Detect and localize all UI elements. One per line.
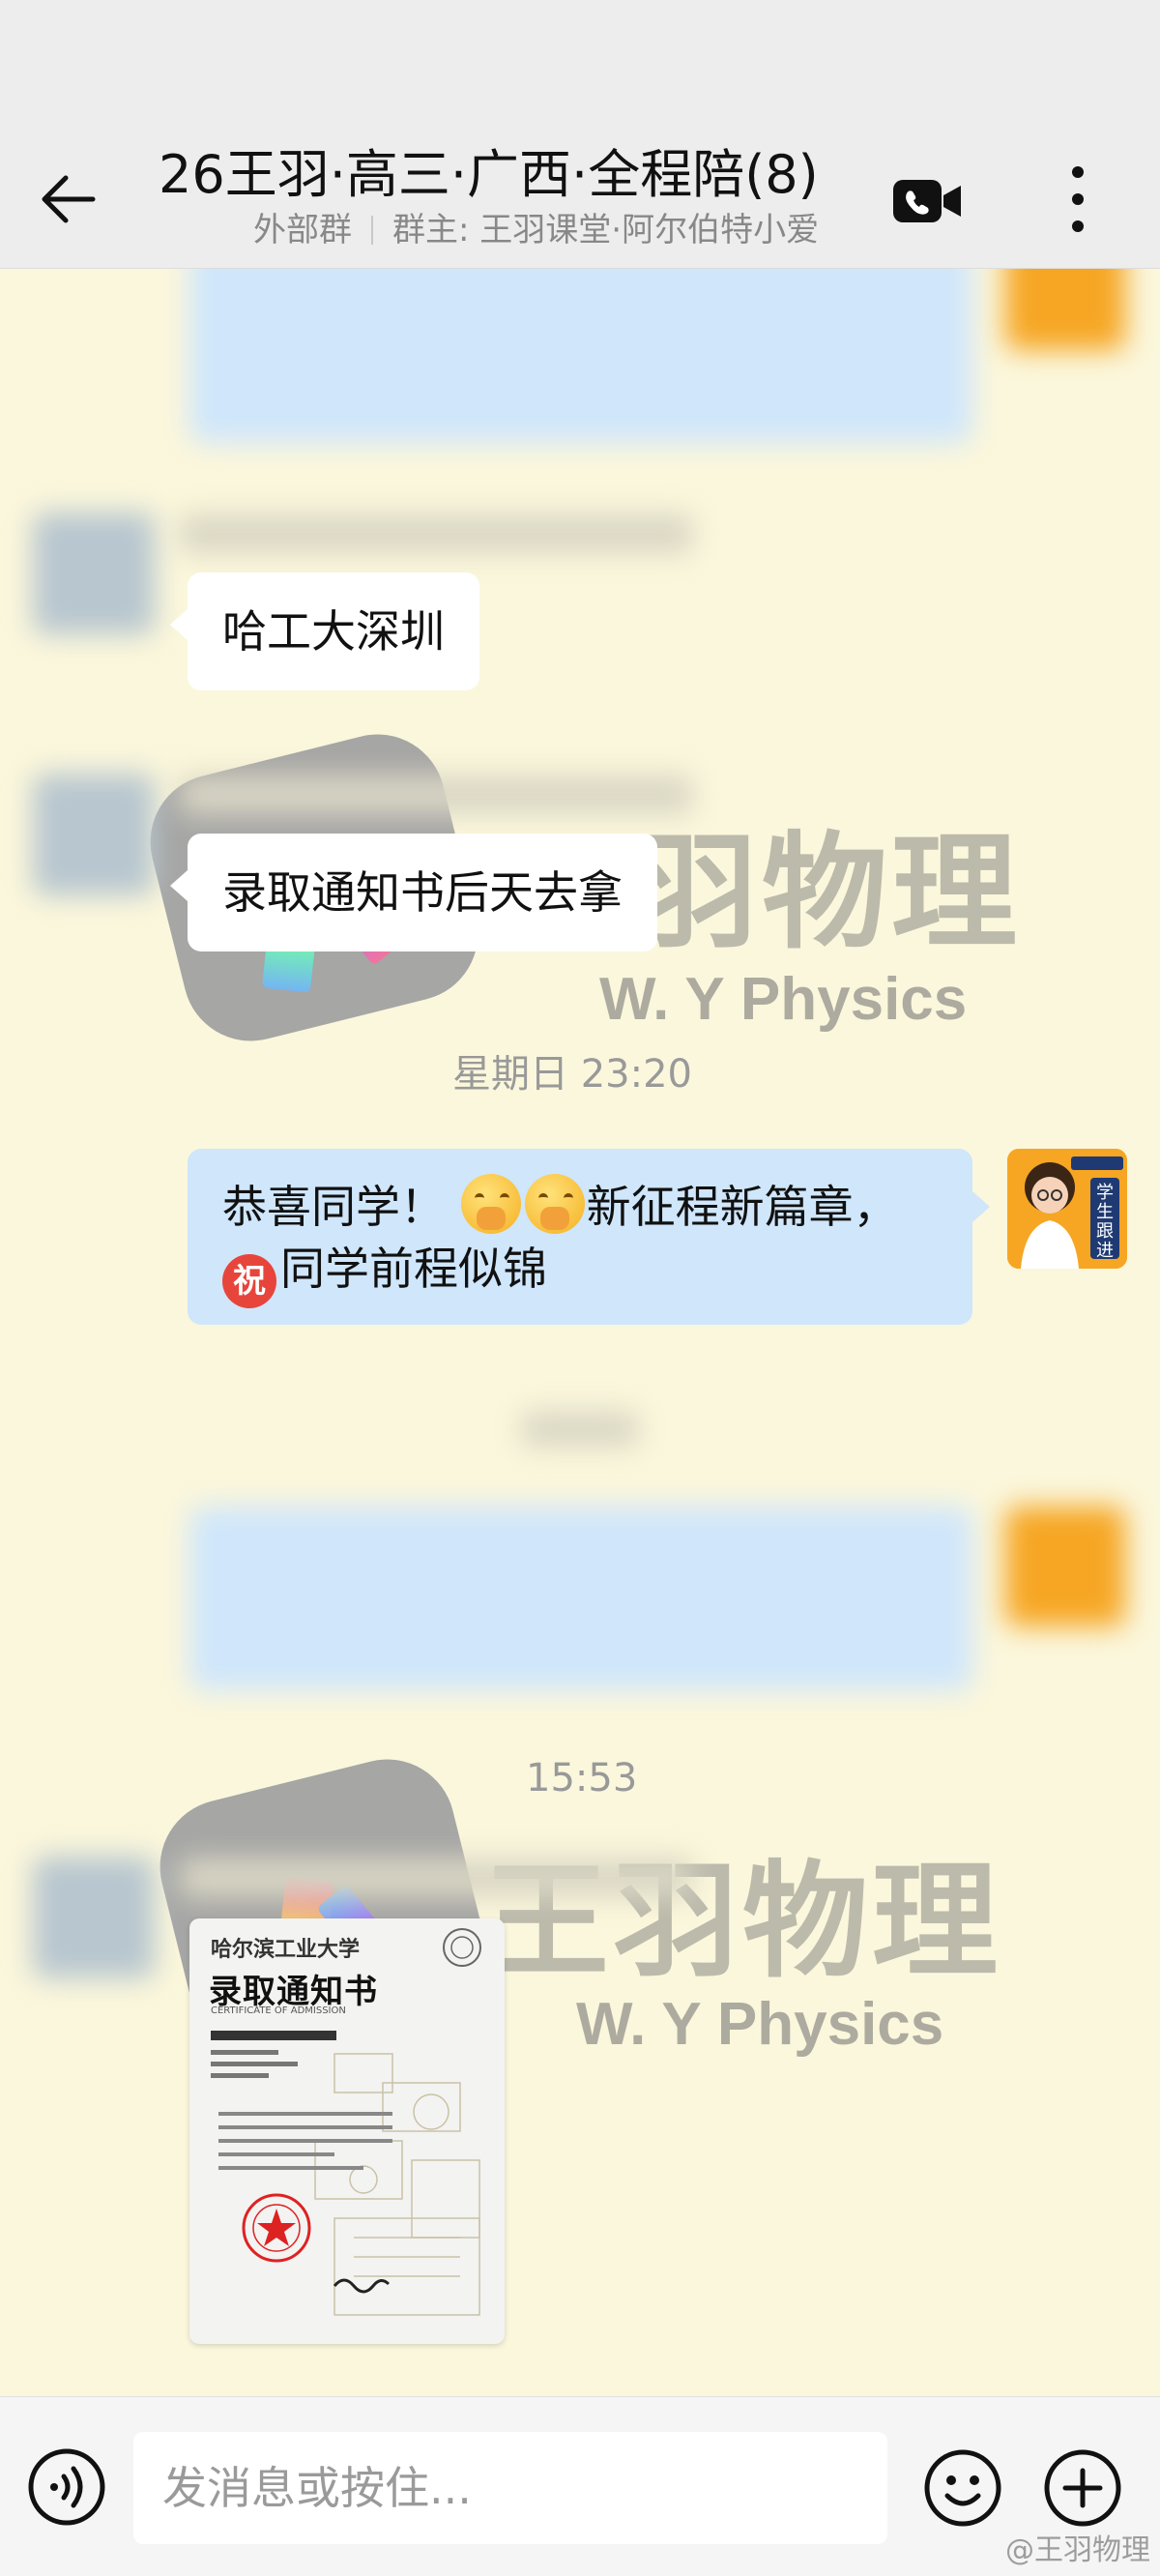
- status-bar: [0, 0, 1160, 135]
- blurred-avatar: [1005, 269, 1125, 350]
- group-subtitle: 外部群 群主: 王羽课堂·阿尔伯特小爱: [253, 209, 819, 251]
- letter-school-name: 哈尔滨工业大学: [211, 1937, 361, 1962]
- footer-watermark: @王羽物理: [1005, 2533, 1150, 2567]
- message-text: 同学前程似锦: [280, 1243, 547, 1295]
- group-owner-label: 群主: 王羽课堂·阿尔伯特小爱: [392, 211, 820, 249]
- admission-letter-image[interactable]: 哈尔滨工业大学 录取通知书 CERTIFICATE OF ADMISSION: [189, 1918, 505, 2344]
- smiley-icon: [924, 2449, 1001, 2527]
- plus-icon: [1044, 2449, 1121, 2527]
- letter-body-illustration: [211, 2031, 480, 2316]
- group-type-label: 外部群: [253, 211, 352, 249]
- voice-icon: [28, 2448, 105, 2526]
- chat-message-list[interactable]: 哈工大深圳 王羽物理 W. Y Physics 录取通知书后天去拿 星期日 23…: [0, 269, 1160, 2396]
- message-timestamp: 星期日 23:20: [452, 1052, 692, 1097]
- emoji-button[interactable]: [922, 2447, 1003, 2529]
- voice-button[interactable]: [27, 2447, 106, 2527]
- add-attachment-button[interactable]: [1042, 2447, 1123, 2529]
- watermark-text-cn: 王羽物理: [483, 1847, 1002, 1995]
- watermark-text-en: W. Y Physics: [576, 1991, 944, 2058]
- blurred-avatar: [1005, 1507, 1125, 1626]
- school-emblem-icon: [443, 1928, 481, 1967]
- shy-face-emoji-icon: [524, 1174, 585, 1234]
- more-icon: [1072, 166, 1084, 232]
- blurred-message: [189, 1507, 972, 1690]
- blurred-timestamp: [522, 1412, 638, 1447]
- message-text: 新征程新篇章，: [586, 1181, 898, 1233]
- group-title[interactable]: 26王羽·高三·广西·全程陪(8): [159, 141, 874, 209]
- video-call-icon: [893, 180, 961, 222]
- message-line-2: 祝同学前程似锦: [222, 1238, 938, 1308]
- message-input[interactable]: [133, 2432, 887, 2544]
- message-bubble-outgoing[interactable]: 恭喜同学！ 新征程新篇章， 祝同学前程似锦: [188, 1149, 990, 1325]
- message-timestamp: 15:53: [526, 1756, 638, 1800]
- letter-subtitle: CERTIFICATE OF ADMISSION: [211, 2005, 346, 2016]
- message-bubble[interactable]: 哈工大深圳: [170, 572, 479, 690]
- shy-face-emoji-icon: [460, 1174, 521, 1234]
- more-button[interactable]: [1054, 159, 1102, 240]
- message-text: 恭喜同学！: [222, 1181, 445, 1233]
- sender-name: [180, 1859, 692, 1897]
- sender-avatar[interactable]: [33, 1857, 155, 1978]
- back-button[interactable]: [35, 164, 104, 234]
- sender-name: [180, 514, 692, 553]
- avatar-label: 学生跟进: [1096, 1183, 1114, 1261]
- input-bar: @王羽物理: [0, 2396, 1160, 2576]
- message-bubble[interactable]: 录取通知书后天去拿: [170, 834, 657, 951]
- chat-header: 26王羽·高三·广西·全程陪(8) 外部群 群主: 王羽课堂·阿尔伯特小爱: [0, 135, 1160, 269]
- message-line-1: 恭喜同学！ 新征程新篇章，: [222, 1174, 938, 1238]
- blurred-message: [189, 269, 972, 443]
- watermark-text-en: W. Y Physics: [599, 966, 968, 1033]
- back-arrow-icon: [42, 175, 96, 223]
- my-avatar[interactable]: 学生跟进: [1007, 1149, 1127, 1269]
- divider: [371, 216, 373, 245]
- message-text: 哈工大深圳: [222, 605, 445, 658]
- sender-name: [180, 776, 692, 814]
- congrats-badge-icon: 祝: [222, 1254, 276, 1308]
- sender-avatar[interactable]: [33, 512, 155, 634]
- video-call-button[interactable]: [889, 170, 967, 232]
- sender-avatar[interactable]: [33, 774, 155, 895]
- message-text: 录取通知书后天去拿: [222, 866, 623, 919]
